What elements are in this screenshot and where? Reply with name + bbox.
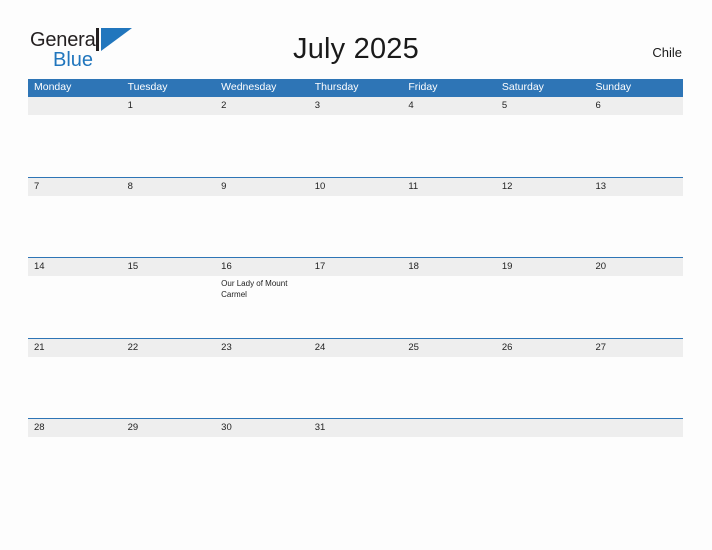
week-date-band: 7 8 9 10 11 12 13 (28, 177, 683, 196)
day-cell-events[interactable] (402, 357, 496, 419)
day-cell-date[interactable]: 20 (589, 258, 683, 276)
day-cell-date[interactable]: 9 (215, 178, 309, 196)
weekday-header-wednesday: Wednesday (221, 81, 277, 93)
day-cell-date[interactable]: 7 (28, 178, 122, 196)
day-cell-date[interactable]: 26 (496, 339, 590, 357)
day-cell-events[interactable] (215, 357, 309, 419)
week-event-band (28, 195, 683, 258)
day-cell-events[interactable] (402, 437, 496, 499)
day-cell-events[interactable] (28, 115, 122, 177)
weekday-header-saturday: Saturday (501, 81, 544, 93)
day-cell-date[interactable] (589, 419, 683, 437)
week-date-band: 1 2 3 4 5 6 (28, 97, 683, 115)
day-cell-events[interactable] (496, 196, 590, 258)
week-event-band (28, 356, 683, 419)
week-row: 21 22 23 24 25 26 27 (28, 337, 683, 419)
day-cell-date[interactable]: 13 (589, 178, 683, 196)
day-cell-date[interactable]: 15 (122, 258, 216, 276)
weekday-header-friday: Friday (408, 81, 438, 93)
day-cell-events[interactable] (28, 357, 122, 419)
day-cell-date[interactable]: 25 (402, 339, 496, 357)
week-event-band (28, 115, 683, 177)
day-cell-date[interactable] (496, 419, 590, 437)
day-cell-date[interactable]: 29 (122, 419, 216, 437)
day-cell-events[interactable] (122, 357, 216, 419)
day-cell-events[interactable] (589, 437, 683, 499)
day-cell-events[interactable] (496, 437, 590, 499)
day-cell-date[interactable]: 10 (309, 178, 403, 196)
day-cell-events[interactable] (589, 276, 683, 338)
day-cell-events[interactable] (215, 115, 309, 177)
week-date-band: 28 29 30 31 (28, 419, 683, 437)
weekday-header-sunday: Sunday (595, 81, 632, 93)
day-cell-date[interactable]: 4 (402, 97, 496, 115)
week-date-band: 14 15 16 17 18 19 20 (28, 258, 683, 276)
day-cell-date[interactable] (28, 97, 122, 115)
day-cell-events[interactable] (309, 196, 403, 258)
day-cell-date[interactable]: 6 (589, 97, 683, 115)
day-cell-events[interactable] (589, 357, 683, 419)
day-cell-date[interactable]: 8 (122, 178, 216, 196)
day-cell-date[interactable]: 23 (215, 339, 309, 357)
day-cell-events[interactable] (589, 115, 683, 177)
page-header: General Blue July 2025 Chile (0, 0, 712, 70)
day-cell-date[interactable]: 22 (122, 339, 216, 357)
day-cell-events[interactable] (28, 276, 122, 338)
day-cell-date[interactable]: 2 (215, 97, 309, 115)
week-date-band: 21 22 23 24 25 26 27 (28, 338, 683, 357)
day-cell-date[interactable]: 14 (28, 258, 122, 276)
day-cell-events[interactable]: Our Lady of Mount Carmel (215, 276, 309, 338)
day-cell-events[interactable] (309, 357, 403, 419)
day-cell-events[interactable] (496, 357, 590, 419)
day-cell-date[interactable]: 16 (215, 258, 309, 276)
day-cell-events[interactable] (215, 437, 309, 499)
day-cell-date[interactable]: 18 (402, 258, 496, 276)
day-cell-events[interactable] (122, 437, 216, 499)
day-cell-events[interactable] (122, 115, 216, 177)
day-cell-date[interactable]: 5 (496, 97, 590, 115)
week-event-band: Our Lady of Mount Carmel (28, 276, 683, 338)
day-cell-events[interactable] (589, 196, 683, 258)
day-cell-events[interactable] (402, 276, 496, 338)
day-cell-date[interactable]: 21 (28, 339, 122, 357)
day-cell-date[interactable]: 24 (309, 339, 403, 357)
weekday-header-row: Monday Tuesday Wednesday Thursday Friday… (28, 79, 683, 96)
week-row: 14 15 16 17 18 19 20 Our Lady of Mount C… (28, 257, 683, 338)
day-cell-events[interactable] (496, 276, 590, 338)
weekday-header-monday: Monday (34, 81, 72, 93)
day-cell-date[interactable]: 17 (309, 258, 403, 276)
day-cell-date[interactable]: 31 (309, 419, 403, 437)
weekday-header-thursday: Thursday (314, 81, 359, 93)
day-cell-date[interactable]: 11 (402, 178, 496, 196)
day-cell-events[interactable] (496, 115, 590, 177)
day-cell-events[interactable] (28, 437, 122, 499)
day-cell-date[interactable]: 28 (28, 419, 122, 437)
day-cell-date[interactable]: 19 (496, 258, 590, 276)
day-cell-events[interactable] (309, 115, 403, 177)
day-cell-date[interactable]: 1 (122, 97, 216, 115)
day-cell-events[interactable] (402, 115, 496, 177)
day-cell-date[interactable]: 3 (309, 97, 403, 115)
day-cell-date[interactable] (402, 419, 496, 437)
week-row: 28 29 30 31 (28, 418, 683, 499)
region-label: Chile (652, 45, 682, 60)
day-cell-events[interactable] (215, 196, 309, 258)
week-row: 1 2 3 4 5 6 (28, 96, 683, 177)
day-cell-events[interactable] (309, 437, 403, 499)
calendar-grid: Monday Tuesday Wednesday Thursday Friday… (28, 79, 683, 499)
day-cell-date[interactable]: 30 (215, 419, 309, 437)
day-cell-events[interactable] (28, 196, 122, 258)
day-cell-events[interactable] (402, 196, 496, 258)
weekday-header-tuesday: Tuesday (127, 81, 168, 93)
page-title: July 2025 (293, 33, 419, 65)
day-cell-events[interactable] (309, 276, 403, 338)
day-cell-date[interactable]: 12 (496, 178, 590, 196)
day-cell-events[interactable] (122, 196, 216, 258)
week-event-band (28, 437, 683, 499)
event-label: Our Lady of Mount Carmel (221, 279, 288, 299)
week-row: 7 8 9 10 11 12 13 (28, 176, 683, 258)
day-cell-date[interactable]: 27 (589, 339, 683, 357)
day-cell-events[interactable] (122, 276, 216, 338)
